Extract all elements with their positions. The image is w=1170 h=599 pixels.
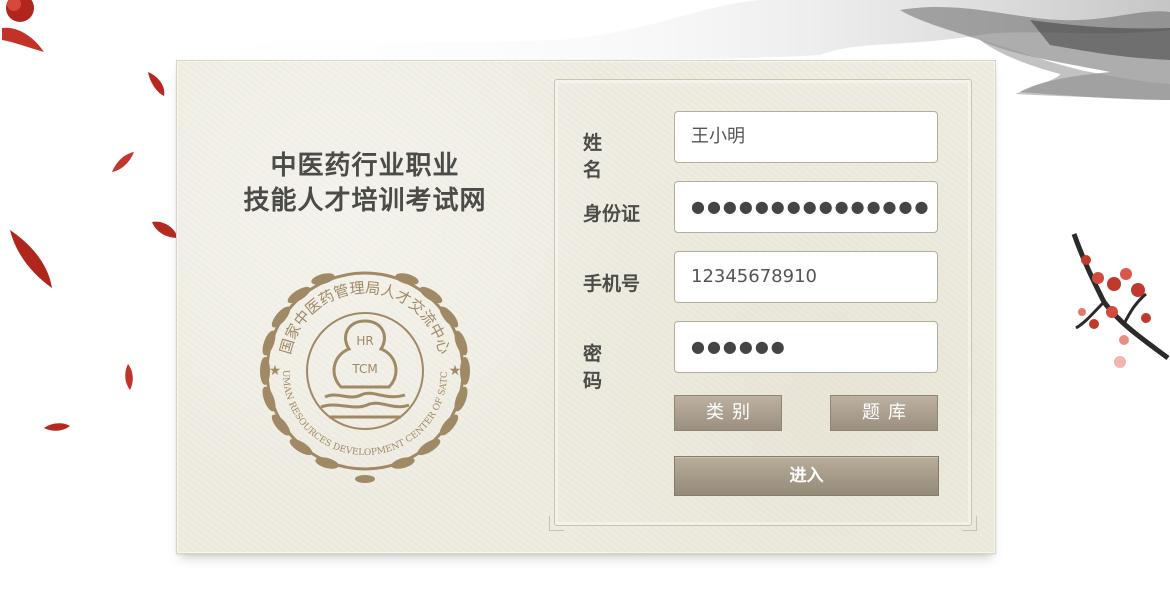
id-card-label: 身份证 xyxy=(583,203,641,225)
name-input[interactable]: 王小明 xyxy=(674,111,938,163)
login-page: 中医药行业职业 技能人才培训考试网 国家中医药管理局人才交流中心 UMAN RE… xyxy=(0,0,1170,599)
falling-petal-icon xyxy=(10,230,52,288)
seal-logo-bottom: TCM xyxy=(351,362,377,376)
site-title-line1: 中医药行业职业 xyxy=(270,151,460,181)
falling-petal-icon xyxy=(125,364,133,390)
login-card: 中医药行业职业 技能人才培训考试网 国家中医药管理局人才交流中心 UMAN RE… xyxy=(176,60,996,554)
seal-logo-top: HR xyxy=(356,334,373,348)
password-input[interactable]: ●●●●●● xyxy=(674,321,938,373)
plum-blossom-icon xyxy=(2,0,44,52)
question-bank-button[interactable]: 题库 xyxy=(830,395,938,431)
svg-text:★: ★ xyxy=(449,363,462,379)
category-button[interactable]: 类别 xyxy=(674,395,782,431)
phone-label: 手机号 xyxy=(583,273,641,295)
id-card-input[interactable]: ●●●●●●●●●●●●●●● xyxy=(674,181,938,233)
site-title-line2: 技能人才培训考试网 xyxy=(243,186,487,216)
falling-petal-icon xyxy=(112,152,134,172)
hr-tcm-seal-icon: 国家中医药管理局人才交流中心 HUMAN RESOURCES DEVELOPME… xyxy=(237,251,470,483)
password-label: 密码 xyxy=(583,343,623,392)
enter-button[interactable]: 进入 xyxy=(674,456,939,496)
plum-blossom-branch-icon xyxy=(1071,233,1170,368)
phone-input[interactable]: 12345678910 xyxy=(674,251,938,303)
falling-petal-icon xyxy=(44,423,70,431)
name-label: 姓名 xyxy=(583,132,623,181)
svg-text:★: ★ xyxy=(269,363,282,379)
falling-petal-icon xyxy=(148,72,165,96)
